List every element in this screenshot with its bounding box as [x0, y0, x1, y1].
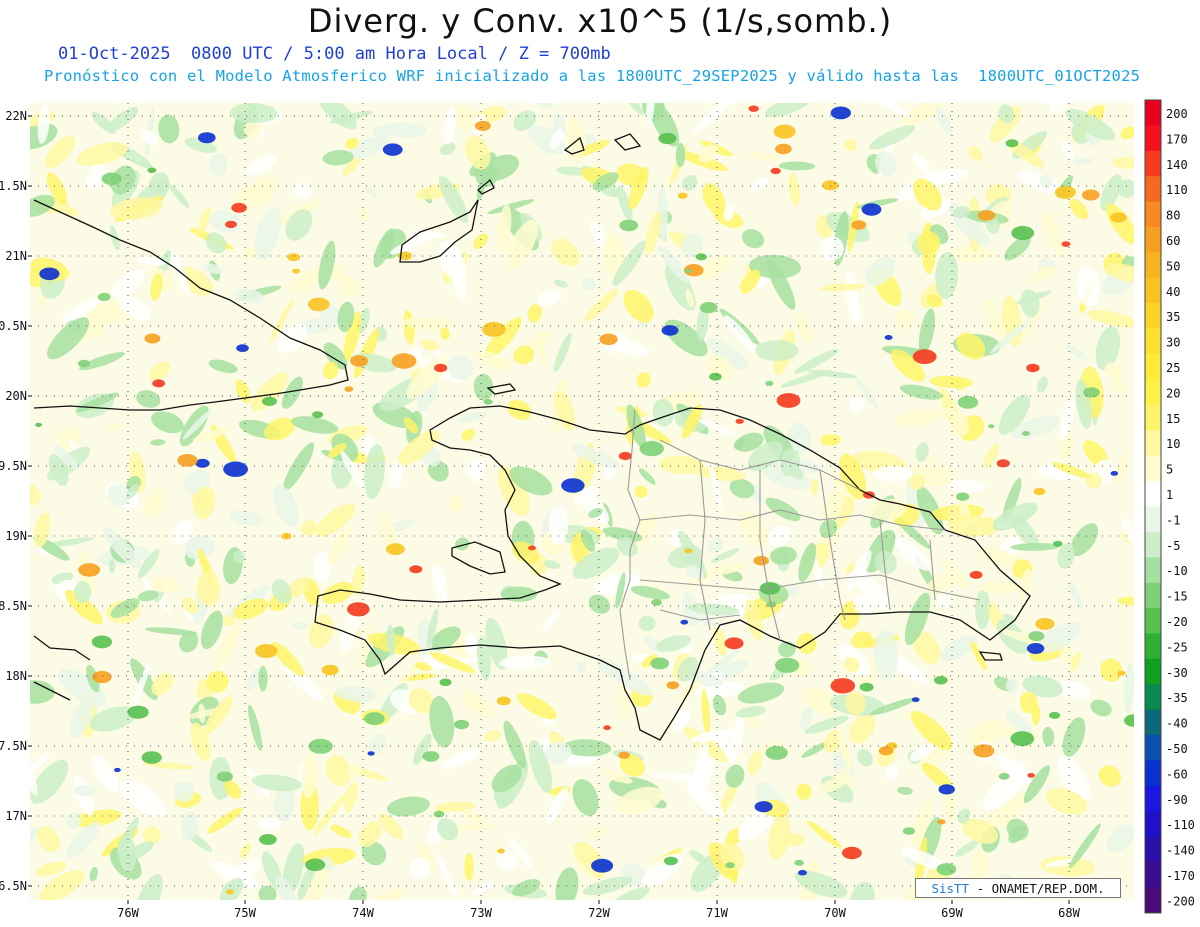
colorbar-label: 25 — [1166, 361, 1180, 375]
lat-label: 0.5N — [0, 319, 27, 333]
colorbar-swatch — [1145, 862, 1161, 888]
colorbar-swatch — [1145, 252, 1161, 279]
lat-label: 7.5N — [0, 739, 27, 753]
colorbar-label: -1 — [1166, 513, 1180, 527]
colorbar-swatch — [1145, 836, 1161, 863]
colorbar-swatch — [1145, 608, 1161, 634]
lon-label: 70W — [824, 906, 846, 920]
colorbar-label: 80 — [1166, 209, 1180, 223]
colorbar-swatch — [1145, 582, 1161, 609]
colorbar-swatch — [1145, 760, 1161, 787]
colorbar-label: -15 — [1166, 590, 1188, 604]
colorbar-label: 60 — [1166, 234, 1180, 248]
colorbar-label: -90 — [1166, 793, 1188, 807]
lon-label: 71W — [706, 906, 728, 920]
lat-label: 19N — [5, 529, 27, 543]
colorbar-swatch — [1145, 455, 1161, 482]
lat-label: 17N — [5, 809, 27, 823]
colorbar-label: 1 — [1166, 488, 1173, 502]
organization-label: - ONAMET/REP.DOM. — [969, 881, 1105, 896]
colorbar-label: -35 — [1166, 691, 1188, 705]
credit-box: SisTT - ONAMET/REP.DOM. — [915, 878, 1121, 898]
colorbar-label: -30 — [1166, 666, 1188, 680]
lat-label: 21N — [5, 249, 27, 263]
colorbar-label: 35 — [1166, 310, 1180, 324]
colorbar-swatch — [1145, 709, 1161, 736]
colorbar: 200 170 140 110 80 60 50 40 35 30 25 20 15 10 5 1 -1 -5 -1… — [1144, 99, 1195, 914]
colorbar-swatch — [1145, 531, 1161, 558]
colorbar-label: -170 — [1166, 869, 1195, 883]
colorbar-label: -50 — [1166, 742, 1188, 756]
lon-label: 69W — [941, 906, 963, 920]
colorbar-label: 5 — [1166, 463, 1173, 477]
valid-time-line: 01-Oct-2025 0800 UTC / 5:00 am Hora Loca… — [58, 44, 611, 64]
colorbar-label: 15 — [1166, 412, 1180, 426]
colorbar-label: 30 — [1166, 336, 1180, 350]
colorbar-swatch — [1145, 100, 1161, 126]
colorbar-swatch — [1145, 201, 1161, 228]
lon-label: 74W — [352, 906, 374, 920]
colorbar-swatch — [1145, 176, 1161, 203]
lon-label: 68W — [1058, 906, 1080, 920]
colorbar-label: -140 — [1166, 844, 1195, 858]
colorbar-swatch — [1145, 303, 1161, 330]
colorbar-swatch — [1145, 633, 1161, 660]
colorbar-swatch — [1145, 785, 1161, 812]
colorbar-label: 110 — [1166, 183, 1188, 197]
lat-label: 8.5N — [0, 599, 27, 613]
lon-label: 75W — [234, 906, 256, 920]
colorbar-label: 170 — [1166, 132, 1188, 146]
colorbar-swatch — [1145, 404, 1161, 431]
colorbar-label: 200 — [1166, 107, 1188, 121]
colorbar-label: 50 — [1166, 259, 1180, 273]
lat-label: 1.5N — [0, 179, 27, 193]
colorbar-swatch — [1145, 277, 1161, 304]
colorbar-label: -200 — [1166, 894, 1195, 908]
lon-label: 76W — [117, 906, 139, 920]
chart-title: Diverg. y Conv. x10^5 (1/s,somb.) — [307, 2, 893, 40]
lat-label: 20N — [5, 389, 27, 403]
colorbar-swatch — [1145, 481, 1161, 507]
forecast-map: 22N 1.5N 21N 0.5N 20N 9.5N 19N 8.5N 18N 7.5N 17N 6.… — [0, 99, 1195, 920]
colorbar-swatch — [1145, 684, 1161, 711]
colorbar-swatch — [1145, 506, 1161, 533]
colorbar-label: -5 — [1166, 539, 1180, 553]
colorbar-label: 40 — [1166, 285, 1180, 299]
colorbar-swatch — [1145, 328, 1161, 355]
colorbar-swatch — [1145, 150, 1161, 177]
colorbar-swatch — [1145, 379, 1161, 406]
lon-label: 72W — [588, 906, 610, 920]
colorbar-swatch — [1145, 735, 1161, 761]
colorbar-label: -20 — [1166, 615, 1188, 629]
lat-label: 6.5N — [0, 879, 27, 893]
colorbar-label: -40 — [1166, 717, 1188, 731]
lat-label: 18N — [5, 669, 27, 683]
colorbar-label: 140 — [1166, 158, 1188, 172]
colorbar-swatch — [1145, 227, 1161, 253]
colorbar-swatch — [1145, 557, 1161, 584]
colorbar-swatch — [1145, 125, 1161, 152]
colorbar-label: -10 — [1166, 564, 1188, 578]
colorbar-swatch — [1145, 887, 1161, 914]
lat-label: 9.5N — [0, 459, 27, 473]
colorbar-swatch — [1145, 811, 1161, 838]
lat-label: 22N — [5, 109, 27, 123]
model-info-line: Pronóstico con el Modelo Atmosferico WRF… — [44, 67, 1141, 85]
colorbar-label: 20 — [1166, 386, 1180, 400]
colorbar-swatch — [1145, 354, 1161, 380]
colorbar-label: -25 — [1166, 640, 1188, 654]
colorbar-label: -110 — [1166, 818, 1195, 832]
sistt-logo: SisTT — [931, 881, 970, 896]
lon-label: 73W — [470, 906, 492, 920]
colorbar-label: -60 — [1166, 767, 1188, 781]
divergence-field — [30, 103, 1134, 900]
colorbar-label: 10 — [1166, 437, 1180, 451]
colorbar-swatch — [1145, 658, 1161, 685]
colorbar-swatch — [1145, 430, 1161, 457]
